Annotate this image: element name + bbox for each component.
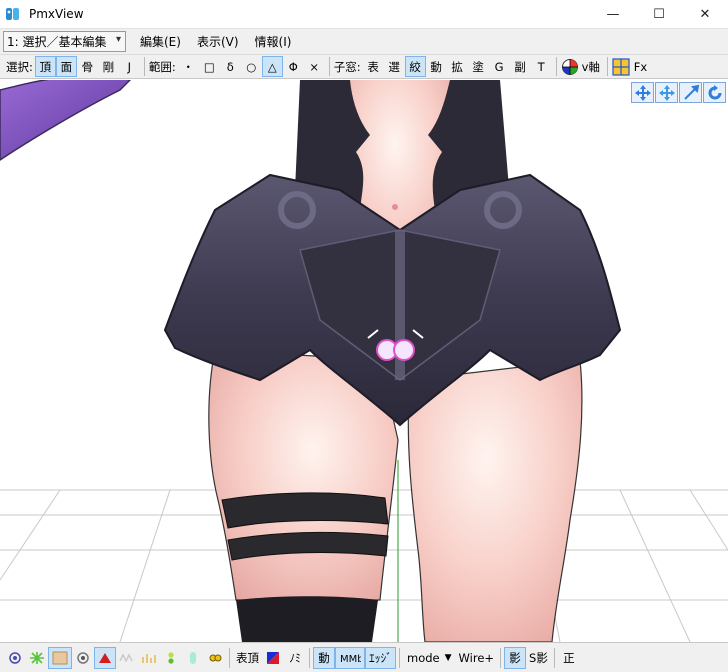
menu-view[interactable]: 表示(V) (189, 33, 247, 50)
select-face-button[interactable]: 面 (55, 56, 77, 77)
morph-icon[interactable]: MMb (335, 646, 365, 669)
separator (309, 647, 310, 668)
mode-dropdown[interactable]: mode ▼ (403, 647, 456, 669)
separator (328, 57, 330, 76)
range-cross-button[interactable]: × (304, 56, 325, 77)
close-button[interactable]: ✕ (682, 0, 728, 28)
front-view-button[interactable]: 正 (558, 647, 580, 669)
tool-strip: 選択: 頂 面 骨 剛 J 範囲: ・ □ δ ○ △ Φ × 子窓: 表 選 … (0, 54, 728, 79)
pan-xy-button[interactable] (631, 82, 654, 103)
chain-icon[interactable] (204, 647, 226, 669)
chevron-down-icon: ▾ (115, 34, 121, 45)
fx-button[interactable]: Fx (630, 56, 651, 77)
zoom-button[interactable] (679, 82, 702, 103)
chevron-down-icon: ▼ (444, 652, 452, 663)
wire-button[interactable]: Wire+ (456, 647, 498, 669)
menu-edit[interactable]: 編集(E) (132, 33, 189, 50)
spark-icon[interactable] (26, 647, 48, 669)
move-arrows-icon (658, 84, 675, 101)
app-icon (6, 8, 19, 20)
child-g-button[interactable]: G (489, 56, 510, 77)
move-button[interactable]: 動 (313, 646, 335, 669)
window-title: PmxView (29, 7, 84, 21)
range-point-button[interactable]: ・ (178, 56, 199, 77)
no-button[interactable]: ﾉﾐ (284, 647, 306, 669)
title-bar: PmxView — ☐ ✕ (0, 0, 728, 28)
range-circle-button[interactable]: ○ (241, 56, 262, 77)
separator (553, 647, 555, 668)
self-shadow-button[interactable]: S影 (526, 647, 551, 669)
leaf-icon[interactable] (160, 647, 182, 669)
maximize-button[interactable]: ☐ (636, 0, 682, 28)
record-icon[interactable] (72, 647, 94, 669)
svg-text:MMb: MMb (340, 654, 361, 665)
separator (143, 57, 145, 76)
v-axis-button[interactable]: v軸 (579, 56, 603, 77)
grid-color-icon[interactable] (612, 57, 630, 76)
separator (500, 647, 502, 668)
rotate-icon (708, 84, 721, 99)
capsule-icon[interactable] (182, 647, 204, 669)
child-sub-button[interactable]: 副 (510, 56, 531, 77)
move-arrows-icon (634, 84, 651, 101)
select-label: 選択: (6, 59, 33, 74)
child-table-button[interactable]: 表 (363, 56, 384, 77)
wave-icon[interactable] (116, 647, 138, 669)
range-phi-button[interactable]: Φ (283, 56, 304, 77)
diagonal-arrow-icon (683, 84, 699, 100)
separator (606, 57, 608, 76)
child-paint-button[interactable]: 塗 (468, 56, 489, 77)
child-move-button[interactable]: 動 (426, 56, 447, 77)
rotate-button[interactable] (703, 82, 726, 103)
child-select-button[interactable]: 選 (384, 56, 405, 77)
range-label: 範囲: (148, 59, 176, 74)
color-swatch-icon[interactable] (262, 647, 284, 669)
menu-bar: 1: 選択／基本編集 ▾ 編集(E) 表示(V) 情報(I) (0, 28, 728, 54)
select-bone-button[interactable]: 骨 (77, 56, 98, 77)
range-rect-button[interactable]: □ (199, 56, 220, 77)
separator (229, 647, 230, 668)
menu-info[interactable]: 情報(I) (247, 33, 300, 50)
child-window-label: 子窓: (333, 59, 361, 74)
select-joint-button[interactable]: J (119, 56, 140, 77)
axis-target-icon[interactable] (561, 58, 579, 76)
bottom-toolbar: 表頂 ﾉﾐ 動 MMb ｴｯｼﾞ mode ▼ Wire+ 影 S影 正 (0, 642, 728, 672)
range-triangle-button[interactable]: △ (261, 56, 283, 77)
model-render (0, 80, 728, 642)
texture-icon[interactable] (48, 646, 72, 669)
pan-z-button[interactable] (655, 82, 678, 103)
dot-icon[interactable] (4, 647, 26, 669)
child-t-button[interactable]: T (531, 56, 552, 77)
bars-icon[interactable] (138, 647, 160, 669)
triangle-icon[interactable] (94, 646, 116, 669)
minimize-button[interactable]: — (590, 0, 636, 28)
edge-button[interactable]: ｴｯｼﾞ (365, 646, 396, 669)
shadow-button[interactable]: 影 (504, 646, 527, 669)
mode-label: mode (407, 650, 440, 665)
range-delta-button[interactable]: δ (220, 56, 241, 77)
child-scale-button[interactable]: 拡 (447, 56, 468, 77)
select-rigid-button[interactable]: 剛 (98, 56, 119, 77)
separator (555, 57, 557, 76)
child-filter-button[interactable]: 絞 (404, 56, 426, 77)
view-navigation (631, 82, 726, 103)
show-vertex-button[interactable]: 表頂 (233, 647, 262, 669)
3d-viewport[interactable] (0, 80, 728, 642)
separator (399, 647, 400, 668)
edit-mode-select[interactable]: 1: 選択／基本編集 ▾ (3, 31, 126, 52)
select-vertex-button[interactable]: 頂 (34, 56, 56, 77)
edit-mode-value: 1: 選択／基本編集 (7, 35, 107, 49)
